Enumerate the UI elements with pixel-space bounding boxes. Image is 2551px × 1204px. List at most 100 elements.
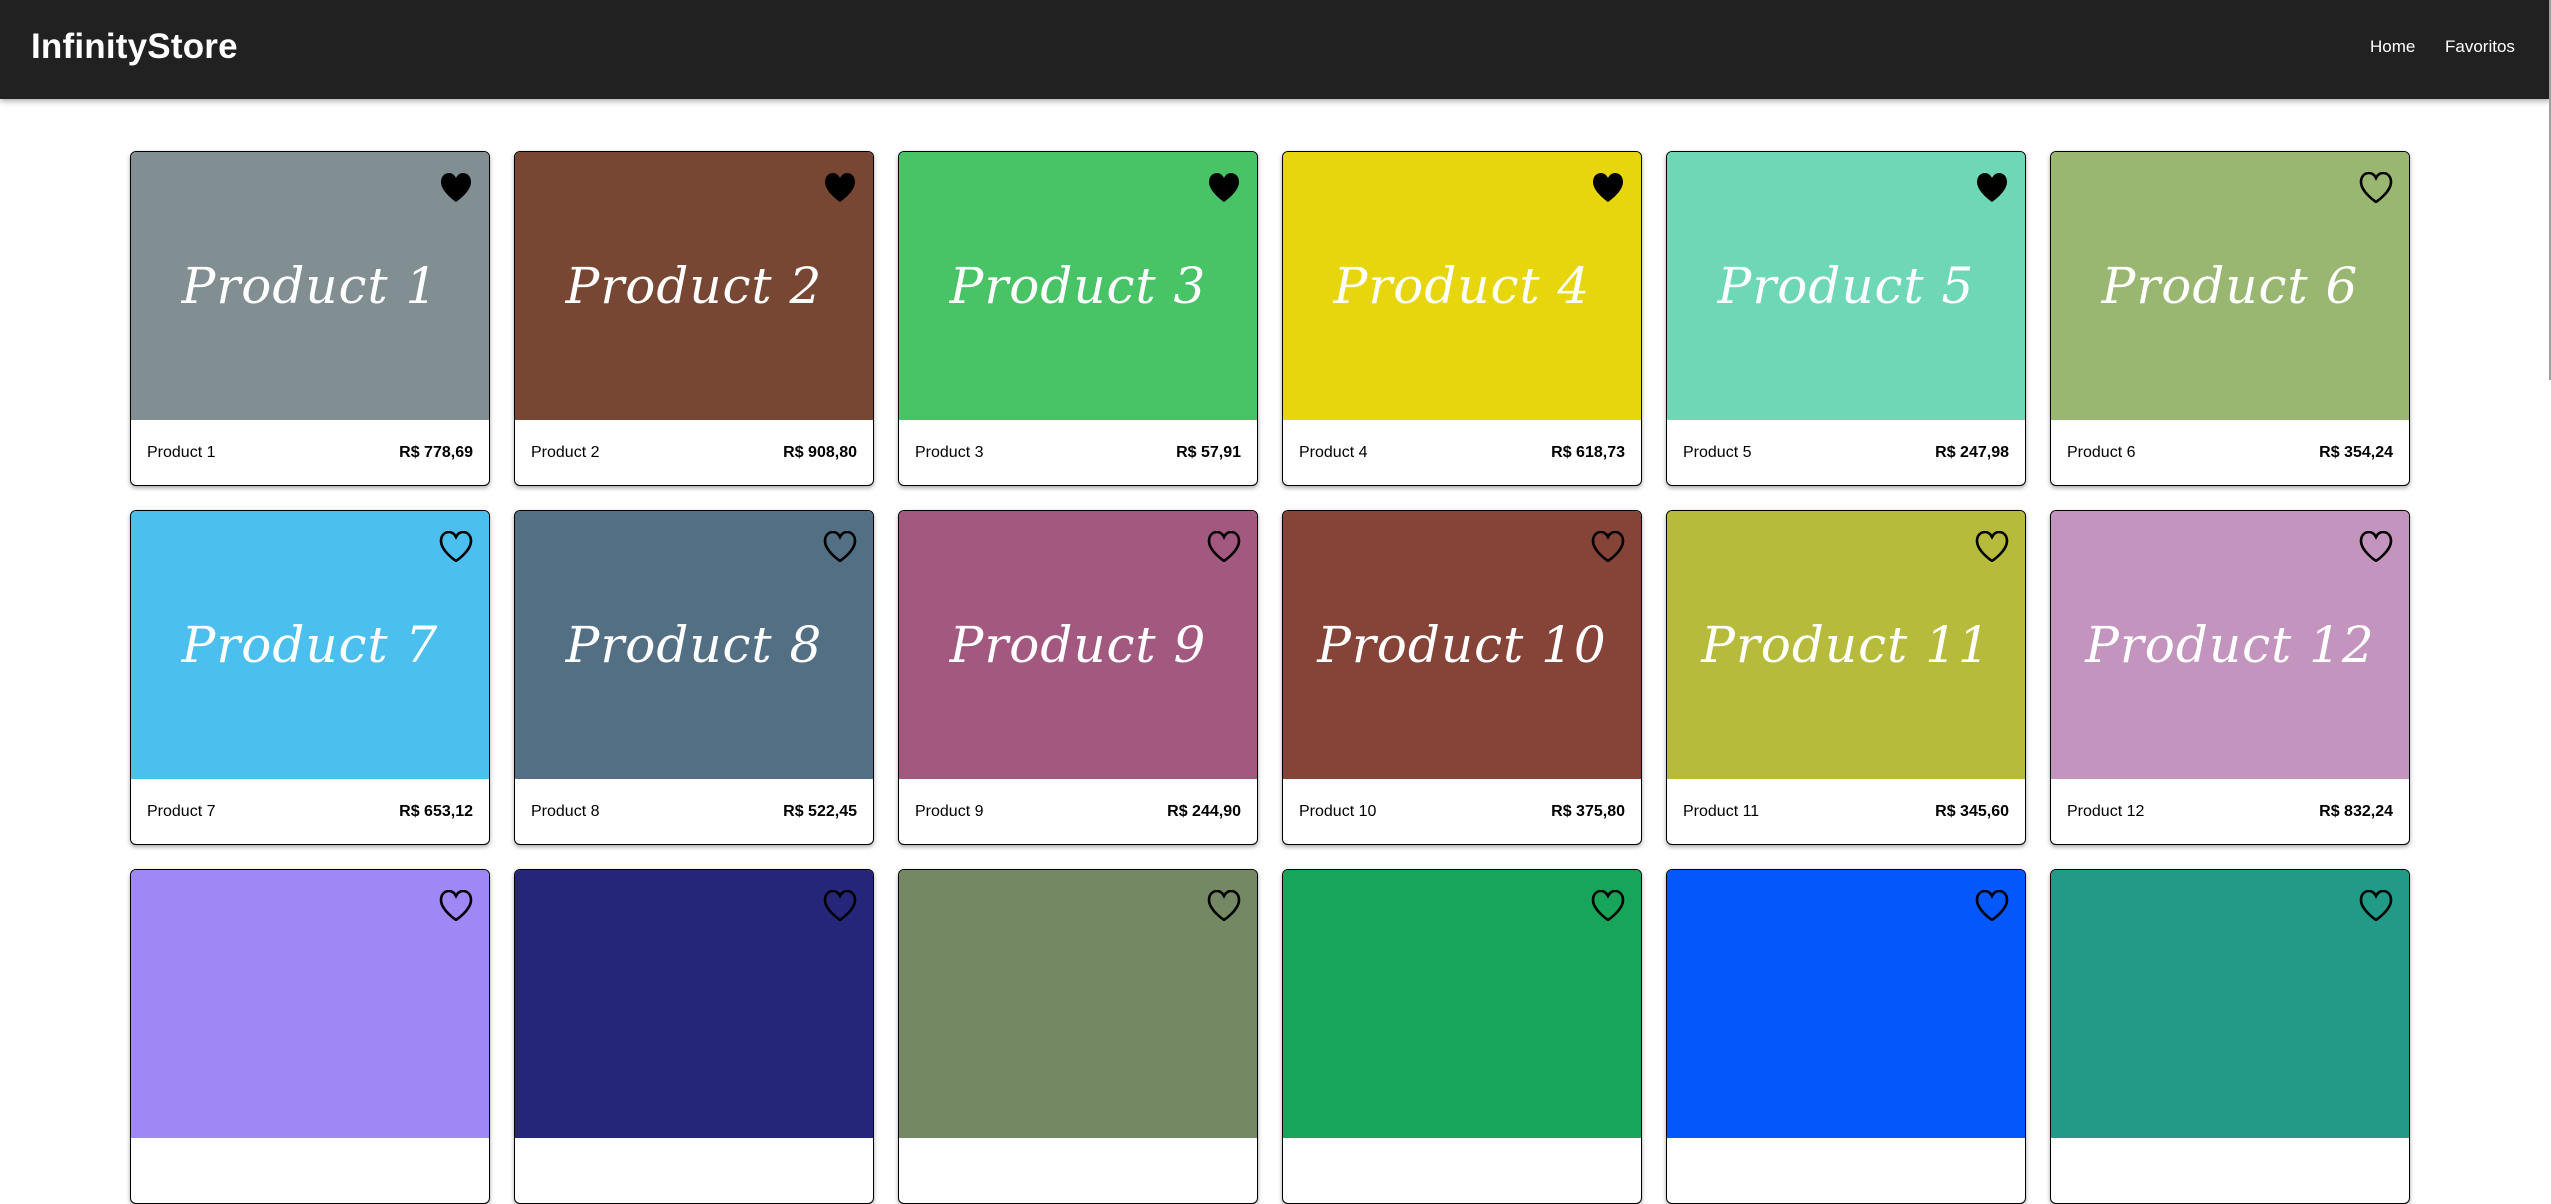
heart-outline-icon[interactable] [2359,531,2393,562]
product-card[interactable]: Product 8 Product 8 R$ 522,45 [514,510,874,845]
heart-outline-icon[interactable] [823,531,857,562]
product-image[interactable]: Product 7 [131,511,489,779]
product-card[interactable]: Product 4 Product 4 R$ 618,73 [1282,151,1642,486]
heart-filled-icon[interactable] [439,172,473,203]
product-image-label: Product 11 [1701,616,1991,674]
nav-link-favoritos[interactable]: Favoritos [2445,37,2515,57]
product-name: Product 8 [531,802,600,820]
product-image[interactable]: Product 4 [1283,152,1641,420]
product-info: Product 1 R$ 778,69 [131,420,489,485]
product-info: Product 6 R$ 354,24 [2051,420,2409,485]
product-info: Product 2 R$ 908,80 [515,420,873,485]
product-price: R$ 354,24 [2319,443,2393,461]
product-card[interactable]: Product 10 Product 10 R$ 375,80 [1282,510,1642,845]
product-card[interactable]: Product 12 Product 12 R$ 832,24 [2050,510,2410,845]
product-name: Product 2 [531,443,600,461]
product-card[interactable] [514,869,874,1204]
product-info: Product 12 R$ 832,24 [2051,779,2409,844]
product-image-label: Product 3 [949,257,1207,315]
product-image[interactable] [2051,870,2409,1138]
product-image[interactable]: Product 1 [131,152,489,420]
heart-outline-icon[interactable] [1207,890,1241,921]
product-image-label: Product 10 [1317,616,1607,674]
product-name: Product 5 [1683,443,1752,461]
product-price: R$ 57,91 [1176,443,1241,461]
product-image[interactable] [1667,870,2025,1138]
heart-filled-icon[interactable] [1591,172,1625,203]
brand-logo[interactable]: InfinityStore [31,27,238,67]
product-image[interactable]: Product 8 [515,511,873,779]
product-card[interactable]: Product 3 Product 3 R$ 57,91 [898,151,1258,486]
heart-outline-icon[interactable] [1207,531,1241,562]
product-name: Product 4 [1299,443,1368,461]
heart-outline-icon[interactable] [1591,531,1625,562]
product-name: Product 1 [147,443,216,461]
product-info: Product 5 R$ 247,98 [1667,420,2025,485]
product-name: Product 7 [147,802,216,820]
product-card[interactable]: Product 1 Product 1 R$ 778,69 [130,151,490,486]
product-image[interactable]: Product 2 [515,152,873,420]
product-price: R$ 653,12 [399,802,473,820]
product-image-label: Product 8 [565,616,823,674]
product-price: R$ 778,69 [399,443,473,461]
product-card[interactable] [130,869,490,1204]
heart-filled-icon[interactable] [1975,172,2009,203]
product-image[interactable] [1283,870,1641,1138]
product-card[interactable]: Product 7 Product 7 R$ 653,12 [130,510,490,845]
product-image-label: Product 9 [949,616,1207,674]
product-name: Product 10 [1299,802,1377,820]
heart-outline-icon[interactable] [2359,890,2393,921]
heart-filled-icon[interactable] [1207,172,1241,203]
product-info: Product 7 R$ 653,12 [131,779,489,844]
product-image[interactable]: Product 9 [899,511,1257,779]
product-card[interactable]: Product 2 Product 2 R$ 908,80 [514,151,874,486]
product-price: R$ 247,98 [1935,443,2009,461]
heart-outline-icon[interactable] [1975,890,2009,921]
heart-outline-icon[interactable] [823,890,857,921]
product-image-label: Product 12 [2085,616,2375,674]
product-info: Product 11 R$ 345,60 [1667,779,2025,844]
product-price: R$ 908,80 [783,443,857,461]
product-card[interactable] [1282,869,1642,1204]
product-info: Product 3 R$ 57,91 [899,420,1257,485]
product-image[interactable]: Product 6 [2051,152,2409,420]
product-image[interactable]: Product 5 [1667,152,2025,420]
product-price: R$ 345,60 [1935,802,2009,820]
product-card[interactable]: Product 6 Product 6 R$ 354,24 [2050,151,2410,486]
product-price: R$ 522,45 [783,802,857,820]
product-image-label: Product 1 [181,257,439,315]
heart-outline-icon[interactable] [2359,172,2393,203]
product-info: Product 9 R$ 244,90 [899,779,1257,844]
top-navbar: InfinityStore Home Favoritos [0,0,2551,99]
product-card[interactable] [1666,869,2026,1204]
heart-filled-icon[interactable] [823,172,857,203]
heart-outline-icon[interactable] [1591,890,1625,921]
product-image[interactable] [131,870,489,1138]
product-name: Product 11 [1683,802,1760,820]
product-image[interactable]: Product 3 [899,152,1257,420]
product-price: R$ 618,73 [1551,443,1625,461]
product-image-label: Product 2 [565,257,823,315]
product-image-label: Product 7 [181,616,439,674]
product-image[interactable]: Product 12 [2051,511,2409,779]
product-image[interactable] [899,870,1257,1138]
product-card[interactable]: Product 5 Product 5 R$ 247,98 [1666,151,2026,486]
product-image[interactable]: Product 11 [1667,511,2025,779]
product-price: R$ 375,80 [1551,802,1625,820]
product-name: Product 12 [2067,802,2145,820]
product-image[interactable] [515,870,873,1138]
heart-outline-icon[interactable] [439,890,473,921]
product-info: Product 4 R$ 618,73 [1283,420,1641,485]
heart-outline-icon[interactable] [1975,531,2009,562]
product-card[interactable]: Product 11 Product 11 R$ 345,60 [1666,510,2026,845]
product-card[interactable]: Product 9 Product 9 R$ 244,90 [898,510,1258,845]
product-price: R$ 244,90 [1167,802,1241,820]
product-image[interactable]: Product 10 [1283,511,1641,779]
product-image-label: Product 5 [1717,257,1975,315]
product-name: Product 3 [915,443,984,461]
product-grid: Product 1 Product 1 R$ 778,69 Product 2 Prod… [130,151,2410,1204]
nav-link-home[interactable]: Home [2370,37,2415,57]
product-card[interactable] [2050,869,2410,1204]
product-card[interactable] [898,869,1258,1204]
heart-outline-icon[interactable] [439,531,473,562]
